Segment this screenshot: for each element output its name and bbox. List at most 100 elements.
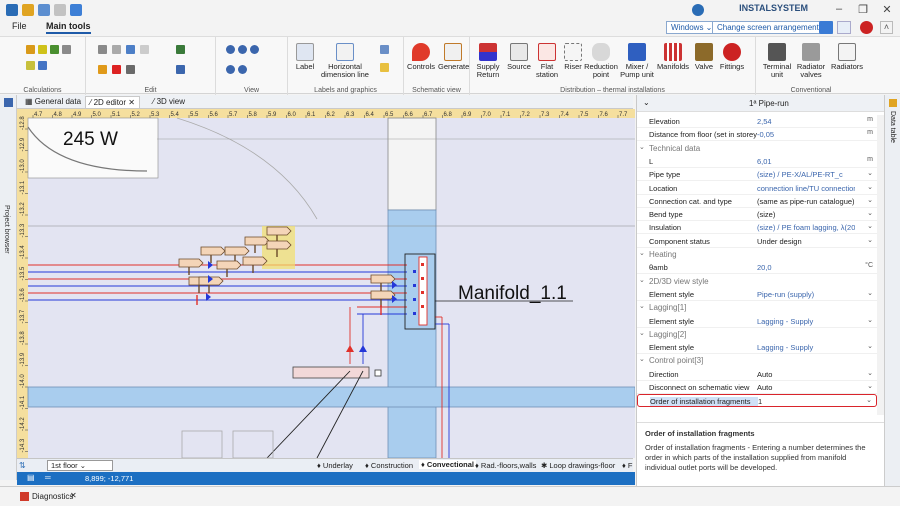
save-icon[interactable] [6, 4, 18, 16]
calc-2-icon[interactable] [38, 45, 47, 54]
windows-select[interactable]: Windows ⌄ [666, 21, 718, 34]
dropdown-chevron-icon[interactable]: ⌄ [867, 169, 873, 177]
dropdown-chevron-icon[interactable]: ⌄ [867, 236, 873, 244]
select-icon[interactable] [140, 45, 149, 54]
section-chevron-icon[interactable]: ⌄ [639, 276, 645, 284]
manifold-port[interactable] [413, 298, 416, 301]
dropdown-chevron-icon[interactable]: ⌄ [867, 183, 873, 191]
property-row[interactable]: Disconnect on schematic view Auto ⌄ [637, 381, 877, 394]
property-value[interactable]: (size) [757, 210, 855, 219]
property-row[interactable]: Distance from floor (set in storey -0,05 m [637, 128, 877, 142]
property-section[interactable]: ⌄ 2D/3D view style [637, 274, 877, 288]
valve-symbol[interactable] [178, 258, 204, 275]
layer-construction[interactable]: ♦ Construction [365, 461, 413, 470]
property-section[interactable]: ⌄ Technical data [637, 141, 877, 155]
property-value[interactable]: Pipe-run (supply) [757, 290, 855, 299]
property-value[interactable]: (same as pipe-run catalogue) [757, 197, 855, 206]
zoom-out-icon[interactable] [238, 45, 247, 54]
tab-file[interactable]: File [12, 21, 27, 31]
supply-return-button[interactable]: Supply Return [474, 43, 502, 79]
horizontal-dimension-button[interactable]: Horizontal dimension line [320, 43, 370, 79]
manifold-port[interactable] [421, 277, 424, 280]
text-abc-icon[interactable] [380, 45, 389, 54]
property-row[interactable]: Element style Lagging - Supply ⌄ [637, 315, 877, 328]
project-browser-tab[interactable]: Project browser [3, 205, 10, 254]
terminal-unit-button[interactable]: Terminal unit [762, 43, 792, 79]
valve-symbol[interactable] [216, 260, 242, 277]
monitor-icon[interactable] [837, 21, 851, 34]
screen-arrangement-select[interactable]: Change screen arrangement ⌄ [712, 21, 833, 34]
close-icon[interactable]: ✕ [880, 3, 894, 17]
copy-icon[interactable] [112, 45, 121, 54]
mixer-pump-button[interactable]: Mixer / Pump unit [620, 43, 654, 79]
new-file-icon[interactable] [38, 4, 50, 16]
property-value[interactable]: (size) / PE foam lagging, λ(20°C [757, 223, 855, 232]
radiator-valves-button[interactable]: Radiator valves [794, 43, 828, 79]
tab-general-data[interactable]: ▦ General data [21, 96, 85, 108]
collapse-ribbon-icon[interactable]: ˄ [880, 21, 893, 34]
layer-f[interactable]: ♦ F [622, 461, 633, 470]
dropdown-chevron-icon[interactable]: ⌄ [866, 396, 872, 404]
property-row[interactable]: Bend type (size) ⌄ [637, 208, 877, 222]
property-value[interactable]: Auto [757, 383, 855, 392]
dropdown-chevron-icon[interactable]: ⌄ [867, 209, 873, 217]
property-row[interactable]: θamb 20,0 °C [637, 261, 877, 275]
minimize-icon[interactable]: – [832, 3, 846, 17]
fittings-button[interactable]: Fittings [718, 43, 746, 71]
manifold-port[interactable] [421, 305, 424, 308]
radiators-button[interactable]: Radiators [830, 43, 864, 71]
dropdown-chevron-icon[interactable]: ⌄ [867, 382, 873, 390]
zoom-fit-icon[interactable] [238, 65, 247, 74]
property-row[interactable]: Component status Under design ⌄ [637, 235, 877, 248]
reduction-point-button[interactable]: Reduction point [584, 43, 618, 79]
manifold-port[interactable] [421, 291, 424, 294]
section-chevron-icon[interactable]: ⌄ [639, 329, 645, 337]
layer-rad-floors[interactable]: ♦ Rad.-floors,walls [475, 461, 536, 470]
property-row[interactable]: Element style Pipe-run (supply) ⌄ [637, 288, 877, 301]
radiator-element[interactable] [292, 366, 370, 379]
property-row[interactable]: Location connection line/TU connection ⌄ [637, 182, 877, 195]
dropdown-chevron-icon[interactable]: ⌄ [867, 222, 873, 230]
grid-icon[interactable] [4, 98, 13, 107]
data-table-tab[interactable]: Data table [889, 111, 896, 143]
property-value[interactable]: Lagging - Supply [757, 317, 855, 326]
valve-symbols[interactable] [178, 226, 397, 315]
redo-icon[interactable] [70, 4, 82, 16]
calc-4-icon[interactable] [62, 45, 71, 54]
dropdown-chevron-icon[interactable]: ⌄ [867, 369, 873, 377]
panel-collapse-icon[interactable]: ⌄ [643, 98, 650, 107]
dropdown-chevron-icon[interactable]: ⌄ [867, 316, 873, 324]
delete-icon[interactable] [112, 65, 121, 74]
manifold-port[interactable] [413, 270, 416, 273]
property-value[interactable]: Lagging - Supply [757, 343, 855, 352]
undo-edit-icon[interactable] [126, 45, 135, 54]
cut-icon[interactable] [98, 65, 107, 74]
property-row[interactable]: Elevation 2,54 m [637, 115, 877, 128]
drawing-canvas[interactable]: 4.7 4.8 4.9 5.0 5.1 5.2 5.3 5.4 5.5 5.6 5.7 5.8 5.9 6… [17, 109, 635, 458]
controls-button[interactable]: Controls [406, 43, 436, 71]
data-table-strip[interactable]: Data table [884, 95, 900, 486]
property-value[interactable]: (size) / PE-X/AL/PE-RT_c [757, 170, 855, 179]
heat-power-label[interactable]: 245 W [63, 129, 118, 150]
property-value[interactable]: 1 [758, 397, 856, 406]
text-style-icon[interactable] [176, 65, 185, 74]
calc-icon[interactable] [26, 45, 35, 54]
diagnostics-close-icon[interactable]: ✕ [70, 491, 77, 500]
label-button[interactable]: Label [292, 43, 318, 71]
property-section[interactable]: ⌄ Lagging[1] [637, 301, 877, 315]
layer-loop-drawings[interactable]: ✱ Loop drawings-floor [541, 461, 615, 470]
property-row[interactable]: Pipe type (size) / PE-X/AL/PE-RT_c ⌄ [637, 168, 877, 182]
calc-3-icon[interactable] [50, 45, 59, 54]
up-down-icon[interactable]: ⇅ [19, 461, 26, 470]
manifold-port[interactable] [421, 263, 424, 266]
dropdown-chevron-icon[interactable]: ⌄ [867, 342, 873, 350]
source-button[interactable]: Source [506, 43, 532, 71]
tab-main-tools[interactable]: Main tools [46, 21, 91, 34]
drawing-svg[interactable]: 4.7 4.8 4.9 5.0 5.1 5.2 5.3 5.4 5.5 5.6 5.7 5.8 5.9 6… [17, 109, 635, 458]
diagnostics-tab[interactable]: Diagnostics [32, 492, 73, 501]
zoom-window-icon[interactable] [250, 45, 259, 54]
property-section[interactable]: ⌄ Control point[3] [637, 354, 877, 368]
project-browser-strip[interactable]: Project browser [0, 95, 17, 480]
property-row[interactable]: Element style Lagging - Supply ⌄ [637, 341, 877, 355]
move-icon[interactable] [126, 65, 135, 74]
